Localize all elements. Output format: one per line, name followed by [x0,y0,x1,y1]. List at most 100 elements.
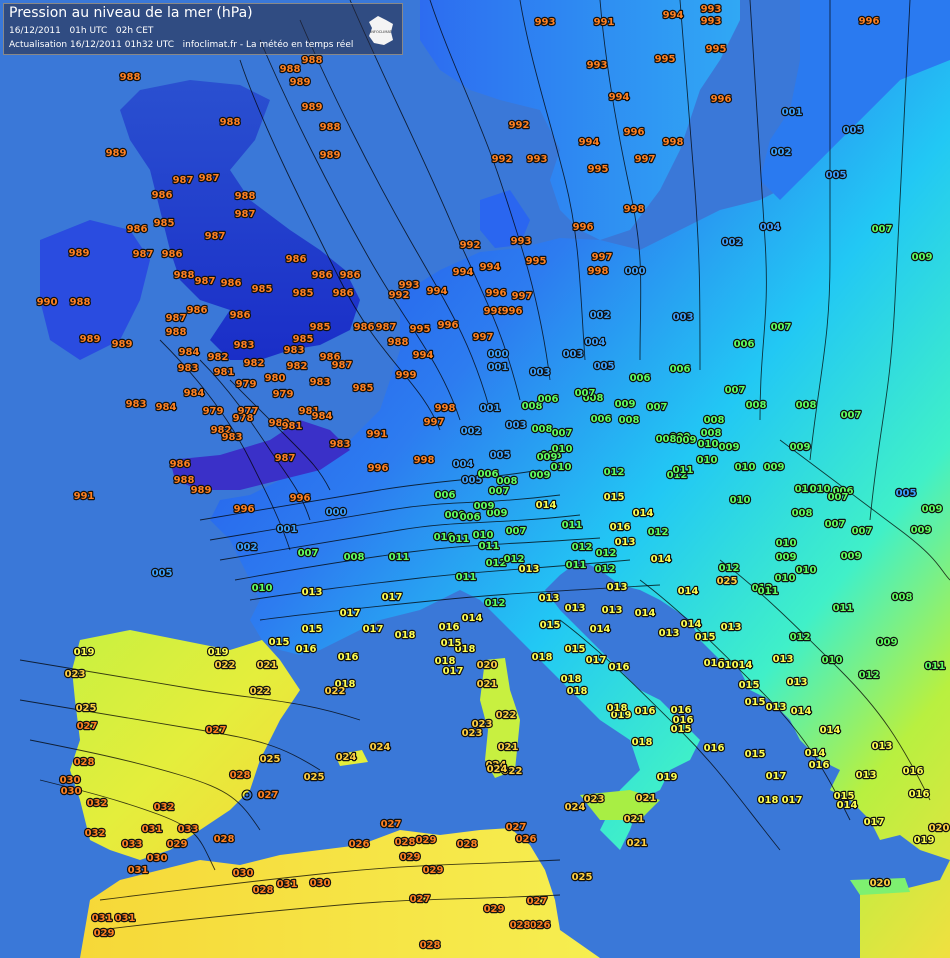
pressure-label: 008 [792,508,813,519]
pressure-label: 025 [76,703,97,714]
pressure-label: 002 [237,542,258,553]
pressure-label: 014 [791,706,812,717]
pressure-label: 010 [810,484,831,495]
pressure-label: 014 [732,660,753,671]
pressure-map: 994993993991993995996993995994 9960019969… [0,0,950,958]
pressure-label: 989 [112,339,133,350]
pressure-label: 986 [230,310,251,321]
pressure-label: 026 [516,834,537,845]
pressure-label: 010 [698,439,719,450]
pressure-label: 983 [330,439,351,450]
pressure-label: 016 [338,652,359,663]
pressure-label: 011 [566,560,587,571]
pressure-label: 024 [565,802,586,813]
pressure-label: 015 [745,697,766,708]
pressure-label: 005 [490,450,511,461]
pressure-label: 017 [443,666,464,677]
pressure-label: 017 [382,592,403,603]
pressure-label: 981 [282,421,303,432]
pressure-label: 010 [735,462,756,473]
pressure-label: 009 [912,252,933,263]
pressure-label: 996 [486,288,507,299]
pressure-label: 013 [539,593,560,604]
pressure-label: 004 [585,337,606,348]
pressure-label: 003 [506,420,527,431]
pressure-label: 999 [396,370,417,381]
pressure-label: 010 [473,530,494,541]
pressure-label: 996 [624,127,645,138]
pressure-label: 995 [655,54,676,65]
pressure-label: 013 [856,770,877,781]
pressure-label: 986 [354,322,375,333]
pressure-label: 993 [587,60,608,71]
pressure-label: 984 [312,411,333,422]
pressure-label: 018 [632,737,653,748]
pressure-label: 014 [837,800,858,811]
pressure-label: 989 [302,102,323,113]
pressure-label: 027 [258,790,279,801]
pressure-label: 997 [473,332,494,343]
pressure-label: 997 [592,252,613,263]
pressure-label: 989 [320,150,341,161]
pressure-label: 017 [766,771,787,782]
pressure-label: 005 [843,125,864,136]
pressure-label: 993 [701,16,722,27]
pressure-label: 014 [462,613,483,624]
pressure-label: 013 [766,702,787,713]
pressure-label: 007 [828,492,849,503]
pressure-label: 001 [782,107,803,118]
pressure-label: 991 [74,491,95,502]
pressure-label: 013 [615,537,636,548]
pressure-label: 009 [922,504,943,515]
pressure-label: 998 [414,455,435,466]
pressure-label: 018 [607,703,628,714]
pressure-label: 001 [277,524,298,535]
pressure-label: 986 [187,305,208,316]
pressure-label: 009 [764,462,785,473]
pressure-label: 992 [389,290,410,301]
pressure-label: 015 [565,644,586,655]
pressure-label: 016 [809,760,830,771]
pressure-label: 030 [147,853,168,864]
pressure-label: 007 [489,486,510,497]
pressure-label: 006 [460,512,481,523]
pressure-label: 995 [706,44,727,55]
pressure-label: 017 [864,817,885,828]
pressure-label: 989 [106,148,127,159]
map-update-line: Actualisation 16/12/2011 01h32 UTC infoc… [9,40,354,50]
pressure-label: 983 [234,340,255,351]
pressure-label: 009 [841,551,862,562]
pressure-label: 028 [395,837,416,848]
pressure-label: 015 [302,624,323,635]
pressure-label: 029 [484,904,505,915]
pressure-label: 984 [156,402,177,413]
pressure-label: 992 [509,120,530,131]
pressure-label: 008 [796,400,817,411]
pressure-label: 980 [265,373,286,384]
pressure-label: 023 [65,669,86,680]
pressure-label: 996 [859,16,880,27]
pressure-label: 000 [488,349,509,360]
pressure-label: 011 [673,465,694,476]
pressure-label: 016 [903,766,924,777]
pressure-label: 013 [773,654,794,665]
pressure-label: 003 [563,349,584,360]
pressure-label: 010 [252,583,273,594]
pressure-label: 016 [610,522,631,533]
pressure-label: 024 [336,752,357,763]
pressure-label: 987 [235,209,256,220]
pressure-label: 020 [870,878,891,889]
pressure-label: 016 [609,662,630,673]
pressure-label: 013 [721,622,742,633]
pressure-label: 000 [326,507,347,518]
pressure-label: 027 [77,721,98,732]
pressure-label: 994 [579,137,600,148]
pressure-label: 029 [423,865,444,876]
pressure-label: 986 [333,288,354,299]
pressure-label: 003 [673,312,694,323]
pressure-label: 986 [286,254,307,265]
pressure-label: 002 [590,310,611,321]
pressure-label: 984 [184,388,205,399]
pressure-label: 014 [678,586,699,597]
pressure-label: 988 [70,297,91,308]
